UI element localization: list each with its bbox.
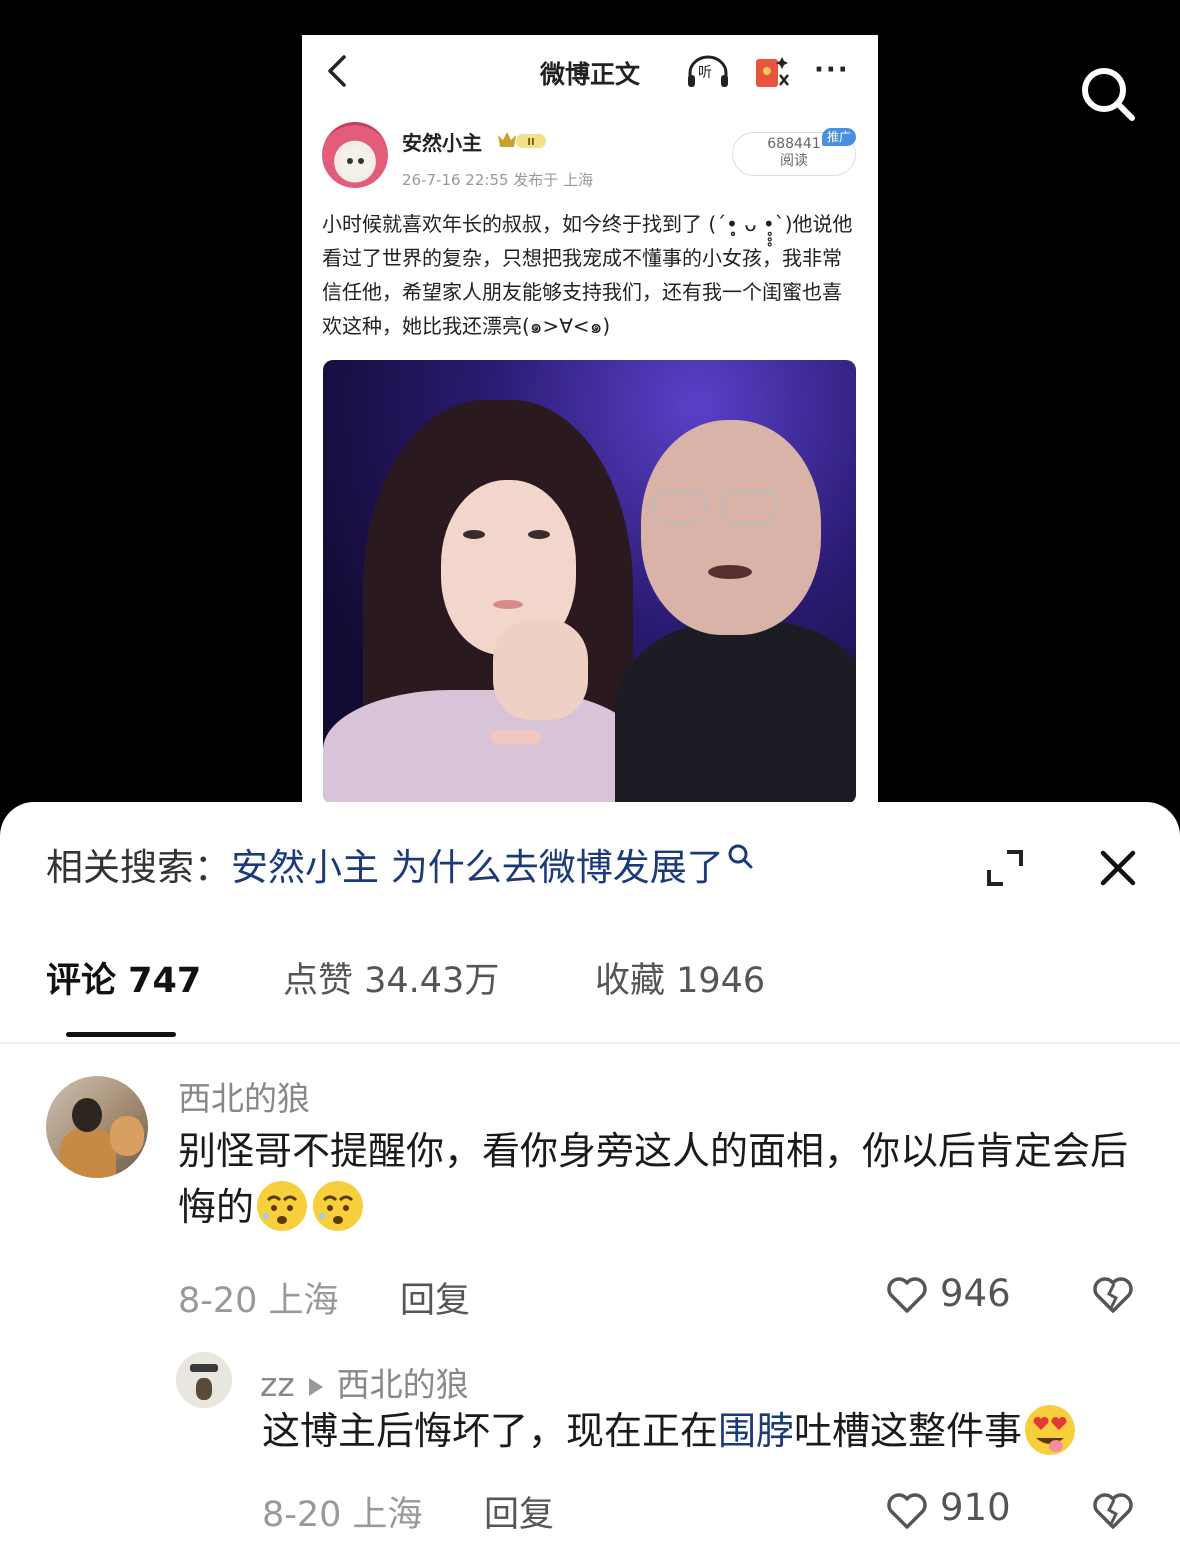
tab-bar: 评论 747 点赞 34.43万 收藏 1946	[0, 952, 1180, 1042]
listen-label: 听	[698, 65, 712, 81]
headphones-icon: 听	[686, 53, 730, 89]
search-icon[interactable]	[726, 842, 754, 870]
heart-eyes-tongue-icon	[1025, 1405, 1076, 1455]
comment-meta: 8-20 上海	[178, 1281, 339, 1321]
reply-username[interactable]: zz	[260, 1365, 295, 1404]
promo-tag: 推广	[822, 128, 856, 146]
related-search-query[interactable]: 安然小主 为什么去微博发展了	[231, 846, 724, 889]
reply-to-username[interactable]: 西北的狼	[337, 1365, 469, 1404]
crown-badge-icon: II	[498, 132, 546, 148]
search-icon[interactable]	[1078, 64, 1138, 124]
reply-header: zz 西北的狼	[260, 1358, 469, 1406]
close-icon[interactable]	[1098, 848, 1138, 888]
like-count: 946	[940, 1272, 1011, 1315]
weibo-post-screenshot: 微博正文 听 ··· 安然小主 II 26-7-16 22:55 发布于 上海 …	[302, 35, 878, 815]
post-meta: 26-7-16 22:55 发布于 上海	[402, 171, 594, 189]
reply-button[interactable]: 回复	[400, 1272, 470, 1323]
related-search[interactable]: 相关搜索：安然小主 为什么去微博发展了	[46, 842, 754, 891]
play-arrow-icon	[308, 1378, 323, 1396]
related-search-label: 相关搜索：	[46, 846, 231, 889]
expand-icon[interactable]	[985, 848, 1025, 888]
active-tab-indicator	[66, 1032, 176, 1037]
heart-icon[interactable]	[886, 1276, 928, 1314]
broken-heart-icon[interactable]	[1092, 1492, 1134, 1530]
comment-username[interactable]: 西北的狼	[178, 1072, 310, 1120]
heart-icon[interactable]	[886, 1492, 928, 1530]
more-icon: ···	[814, 55, 850, 85]
pleading-face-icon	[313, 1181, 364, 1231]
post-photo	[323, 360, 856, 804]
author-avatar	[322, 122, 388, 188]
tab-favorites[interactable]: 收藏 1946	[595, 952, 765, 1003]
reply-button[interactable]: 回复	[484, 1486, 554, 1537]
tab-comments[interactable]: 评论 747	[46, 952, 201, 1003]
read-label: 阅读	[780, 153, 808, 169]
author-name: 安然小主	[402, 131, 482, 155]
red-packet-icon	[756, 57, 789, 87]
avatar[interactable]	[176, 1352, 232, 1408]
reply-meta: 8-20 上海	[262, 1495, 423, 1535]
avatar[interactable]	[46, 1076, 148, 1178]
like-count: 910	[940, 1486, 1011, 1529]
divider	[0, 1042, 1180, 1044]
weibo-topbar: 微博正文 听 ···	[302, 35, 878, 107]
comments-sheet: 相关搜索：安然小主 为什么去微博发展了 评论 747 点赞 34.43万 收藏 …	[0, 802, 1180, 1560]
broken-heart-icon[interactable]	[1092, 1276, 1134, 1314]
weibo-link[interactable]: 围脖	[718, 1409, 794, 1453]
post-text: 小时候就喜欢年长的叔叔，如今终于找到了 (´•̥̥̥ ᴗ •̥̥̥`)他说他看过…	[322, 212, 853, 338]
tab-likes[interactable]: 点赞 34.43万	[283, 952, 499, 1003]
pleading-face-icon	[257, 1181, 308, 1231]
reply-text: 这博主后悔坏了，现在正在围脖吐槽这整件事	[262, 1402, 1162, 1459]
badge-level: II	[527, 137, 534, 148]
comment-text: 别怪哥不提醒你，看你身旁这人的面相，你以后肯定会后悔的	[178, 1124, 1138, 1234]
